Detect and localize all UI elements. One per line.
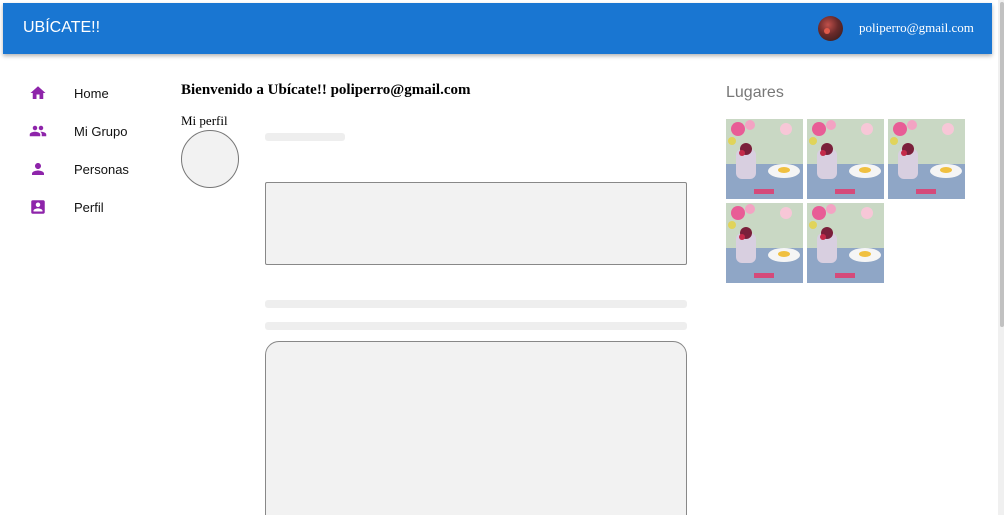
place-thumbnail[interactable] (807, 203, 884, 283)
scrollbar-thumb[interactable] (1000, 2, 1004, 327)
place-image (807, 203, 884, 283)
person-icon (32, 163, 44, 175)
skeleton-line (265, 133, 345, 141)
place-image (888, 119, 965, 199)
profile-avatar-placeholder[interactable] (181, 130, 239, 188)
app-title[interactable]: UBÍCATE!! (23, 19, 100, 37)
places-title: Lugares (726, 84, 784, 101)
account-box-icon (31, 200, 45, 214)
user-avatar[interactable] (818, 16, 843, 41)
home-icon (30, 86, 46, 99)
place-thumbnail[interactable] (807, 119, 884, 199)
nav-item-perfil[interactable]: Perfil (0, 192, 170, 222)
nav-label-personas: Personas (74, 162, 129, 177)
nav-label-mi-grupo: Mi Grupo (74, 124, 128, 139)
group-icon (29, 125, 47, 137)
profile-label: Mi perfil (181, 113, 228, 128)
skeleton-line (265, 322, 687, 330)
nav-label-perfil: Perfil (74, 200, 104, 215)
user-email[interactable]: poliperro@gmail.com (859, 20, 974, 36)
place-thumbnail[interactable] (888, 119, 965, 199)
app-bar: UBÍCATE!! poliperro@gmail.com (3, 3, 992, 54)
skeleton-line (265, 300, 687, 308)
place-image (807, 119, 884, 199)
nav-item-home[interactable]: Home (0, 78, 170, 108)
content-box (265, 182, 687, 265)
place-image (726, 203, 803, 283)
place-thumbnail[interactable] (726, 203, 803, 283)
content-card (265, 341, 687, 515)
place-thumbnail[interactable] (726, 119, 803, 199)
nav-item-personas[interactable]: Personas (0, 154, 170, 184)
nav-label-home: Home (74, 86, 109, 101)
welcome-heading: Bienvenido a Ubícate!! poliperro@gmail.c… (181, 82, 471, 98)
place-image (726, 119, 803, 199)
nav-item-mi-grupo[interactable]: Mi Grupo (0, 116, 170, 146)
